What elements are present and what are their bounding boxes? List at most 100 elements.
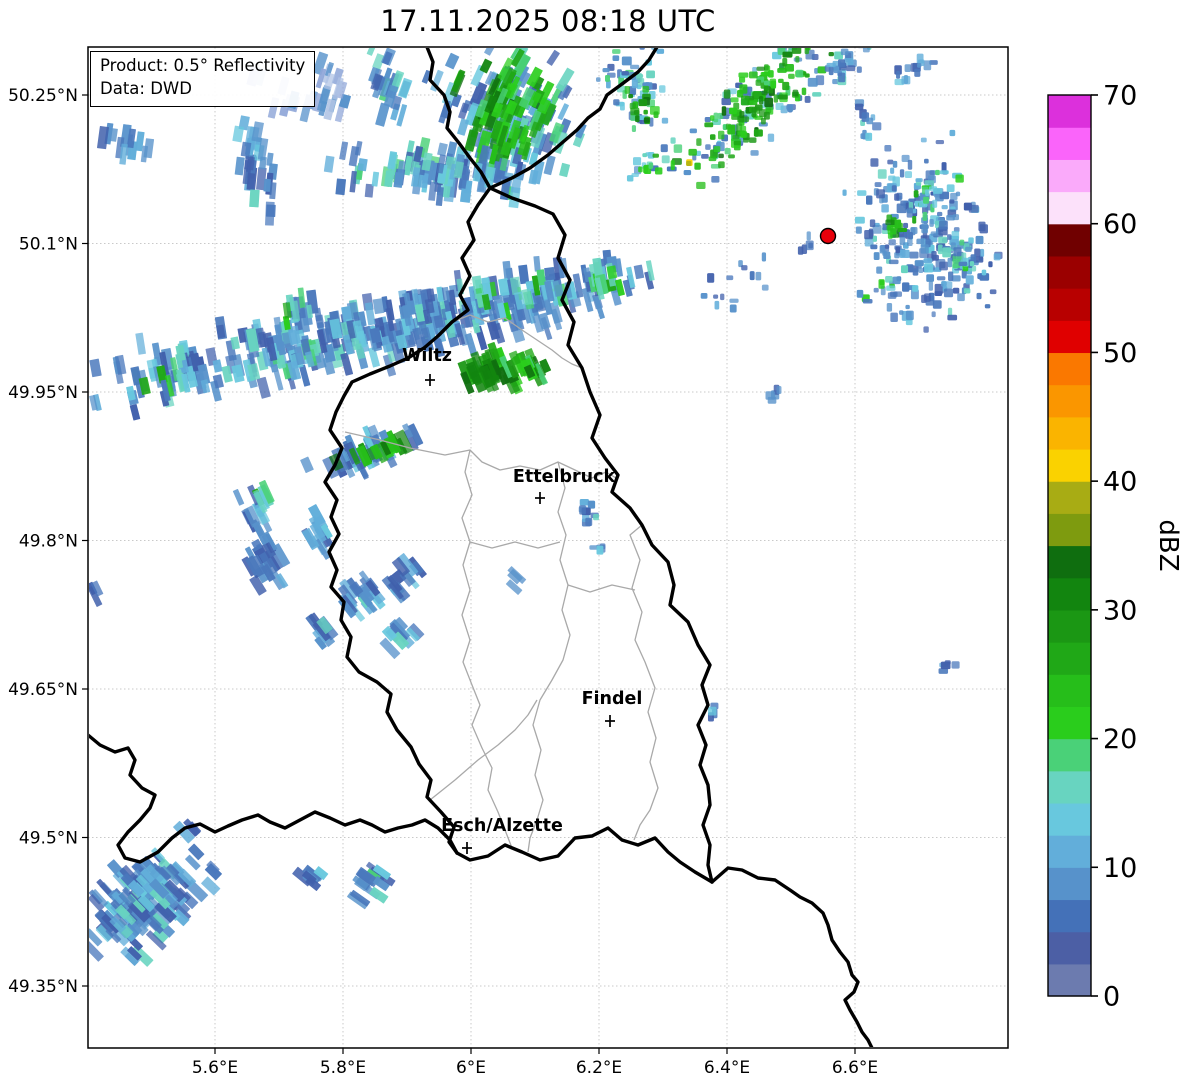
echo-cell xyxy=(901,265,908,273)
echo-cell xyxy=(696,182,705,189)
echo-cell xyxy=(913,268,919,275)
echo-cell xyxy=(903,223,908,228)
echo-cell xyxy=(622,56,632,65)
echo-cell xyxy=(905,64,911,72)
echo-cell xyxy=(768,134,774,142)
colorbar-segment xyxy=(1048,964,1091,997)
echo-cell xyxy=(135,333,146,355)
echo-cell xyxy=(940,170,949,174)
admin-border xyxy=(462,450,512,848)
echo-cell xyxy=(916,239,924,244)
echo-cell xyxy=(885,276,893,283)
city-label: Findel xyxy=(582,689,643,709)
echo-cell xyxy=(905,305,909,309)
echo-cell xyxy=(696,138,701,146)
colorbar-segment xyxy=(1048,899,1091,932)
echo-cell xyxy=(585,518,592,526)
echo-cell xyxy=(988,261,992,267)
colorbar-segment xyxy=(1048,674,1091,707)
echo-cell xyxy=(938,237,947,244)
echo-cell xyxy=(936,140,944,144)
echo-cell xyxy=(741,96,749,106)
echo-cell xyxy=(300,456,314,473)
echo-cell xyxy=(738,73,748,78)
echo-cell xyxy=(907,239,913,246)
echo-cell xyxy=(902,282,909,291)
colorbar-unit-label: dBZ xyxy=(1153,519,1183,571)
y-axis-tick-label: 50.1°N xyxy=(19,235,78,255)
echo-cell xyxy=(869,228,873,238)
echo-cell xyxy=(878,169,887,179)
echo-cell xyxy=(866,196,872,205)
echo-cell xyxy=(457,118,469,136)
echo-cell xyxy=(795,56,799,63)
echo-cell xyxy=(886,285,895,290)
city-label: Esch/Alzette xyxy=(441,816,563,836)
echo-cell xyxy=(866,118,873,125)
echo-cell xyxy=(953,214,959,220)
echo-cell xyxy=(671,160,675,170)
echo-cell xyxy=(620,102,625,111)
colorbar-segment xyxy=(1048,578,1091,611)
echo-cell xyxy=(875,182,882,187)
echo-cell xyxy=(741,265,747,270)
echo-cell xyxy=(762,91,768,96)
echo-cell xyxy=(878,279,884,289)
echo-cell xyxy=(621,71,629,75)
echo-cell xyxy=(857,290,864,298)
echo-cell xyxy=(942,205,948,209)
echo-cell xyxy=(367,32,381,56)
echo-cell xyxy=(721,98,731,105)
echo-cell xyxy=(711,176,719,183)
echo-cell xyxy=(130,404,141,421)
echo-cell xyxy=(634,110,640,115)
radar-site-dot xyxy=(821,229,836,244)
colorbar-tick-label: 40 xyxy=(1103,467,1137,498)
echo-cell xyxy=(718,154,724,158)
echo-cell xyxy=(994,253,1001,260)
echo-cell xyxy=(929,219,933,227)
echo-cell xyxy=(956,192,960,197)
echo-cell xyxy=(635,115,639,122)
echo-cell xyxy=(315,315,324,329)
echo-cell xyxy=(897,228,907,232)
echo-cell xyxy=(274,370,284,390)
echo-cell xyxy=(759,96,763,104)
echo-cell xyxy=(630,103,636,109)
colorbar: 010203040506070dBZ xyxy=(1048,81,1183,1013)
echo-cell xyxy=(628,94,633,98)
y-axis-tick-label: 49.5°N xyxy=(19,829,78,849)
echo-cell xyxy=(874,288,879,293)
echo-cell xyxy=(646,70,655,78)
colorbar-segment xyxy=(1048,449,1091,482)
echo-cell xyxy=(915,178,922,182)
echo-cell xyxy=(976,236,984,244)
page-root: 17.11.2025 08:18 UTC 5.6°E5.8°E6°E6.2°E6… xyxy=(0,0,1184,1081)
city-label: Ettelbruck xyxy=(513,467,616,487)
echo-cell xyxy=(929,186,937,191)
echo-cell xyxy=(725,148,731,154)
echo-cell xyxy=(952,231,959,239)
echo-cell xyxy=(741,131,747,138)
echo-cell xyxy=(857,66,862,73)
echo-cell xyxy=(895,247,900,254)
echo-cell xyxy=(299,364,311,386)
echo-cell xyxy=(324,156,335,173)
y-axis-tick-label: 50.25°N xyxy=(8,86,78,106)
echo-cell xyxy=(720,294,724,301)
data-source-label: Data: DWD xyxy=(100,78,305,101)
echo-cell xyxy=(865,133,872,141)
echo-cell xyxy=(739,84,747,93)
echo-cell xyxy=(694,163,700,170)
colorbar-segment xyxy=(1048,159,1091,192)
echo-cell xyxy=(965,247,972,252)
colorbar-segment xyxy=(1048,192,1091,225)
echo-cell xyxy=(632,125,636,132)
radar-map-canvas: 5.6°E5.8°E6°E6.2°E6.4°E6.6°E50.25°N50.1°… xyxy=(0,0,1184,1081)
echo-cell xyxy=(874,252,880,260)
colorbar-segment xyxy=(1048,739,1091,772)
echo-cell xyxy=(923,258,932,263)
echo-cell xyxy=(857,190,866,196)
echo-cell xyxy=(787,104,793,111)
x-axis-tick-label: 6.2°E xyxy=(576,1058,622,1078)
